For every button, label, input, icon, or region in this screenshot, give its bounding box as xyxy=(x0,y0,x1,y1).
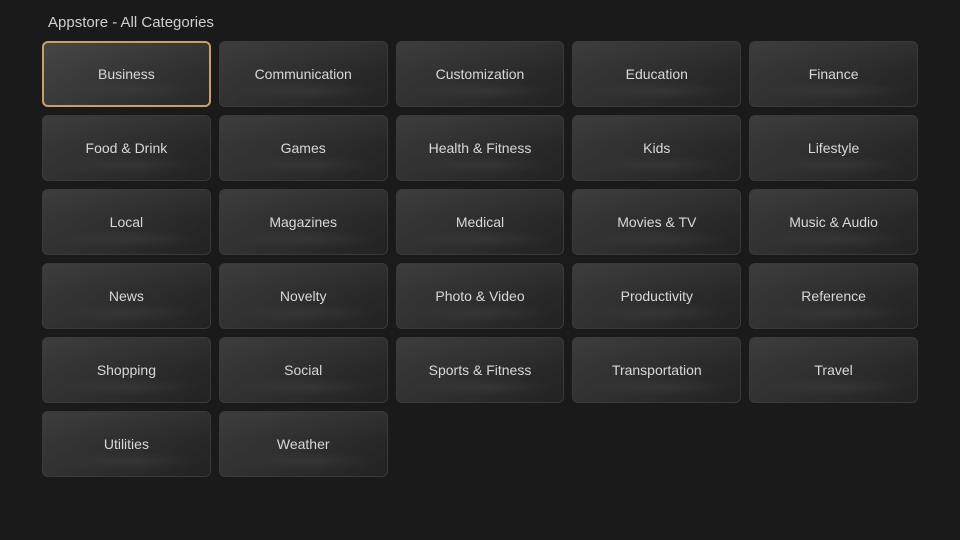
category-label-finance: Finance xyxy=(801,66,867,82)
category-item-education[interactable]: Education xyxy=(572,41,741,107)
category-item-photo-video[interactable]: Photo & Video xyxy=(396,263,565,329)
category-label-kids: Kids xyxy=(635,140,678,156)
category-label-education: Education xyxy=(618,66,696,82)
category-item-weather[interactable]: Weather xyxy=(219,411,388,477)
category-item-productivity[interactable]: Productivity xyxy=(572,263,741,329)
category-item-medical[interactable]: Medical xyxy=(396,189,565,255)
category-label-social: Social xyxy=(276,362,330,378)
category-label-photo-video: Photo & Video xyxy=(427,288,532,304)
category-item-travel[interactable]: Travel xyxy=(749,337,918,403)
category-label-productivity: Productivity xyxy=(613,288,701,304)
category-label-medical: Medical xyxy=(448,214,512,230)
category-label-magazines: Magazines xyxy=(261,214,345,230)
category-item-transportation[interactable]: Transportation xyxy=(572,337,741,403)
category-label-news: News xyxy=(101,288,152,304)
category-label-reference: Reference xyxy=(793,288,874,304)
category-label-health-fitness: Health & Fitness xyxy=(421,140,540,156)
category-item-utilities[interactable]: Utilities xyxy=(42,411,211,477)
categories-grid: Business Communication Customization Educat… xyxy=(0,41,960,477)
category-item-music-audio[interactable]: Music & Audio xyxy=(749,189,918,255)
category-item-health-fitness[interactable]: Health & Fitness xyxy=(396,115,565,181)
category-item-finance[interactable]: Finance xyxy=(749,41,918,107)
page-header: Appstore - All Categories xyxy=(0,0,960,41)
category-item-novelty[interactable]: Novelty xyxy=(219,263,388,329)
category-item-social[interactable]: Social xyxy=(219,337,388,403)
category-label-customization: Customization xyxy=(428,66,533,82)
category-label-games: Games xyxy=(273,140,334,156)
category-item-movies-tv[interactable]: Movies & TV xyxy=(572,189,741,255)
category-item-kids[interactable]: Kids xyxy=(572,115,741,181)
category-item-sports-fitness[interactable]: Sports & Fitness xyxy=(396,337,565,403)
category-label-business: Business xyxy=(90,66,163,82)
category-label-communication: Communication xyxy=(247,66,360,82)
category-label-travel: Travel xyxy=(806,362,860,378)
category-item-reference[interactable]: Reference xyxy=(749,263,918,329)
category-item-shopping[interactable]: Shopping xyxy=(42,337,211,403)
page-title: Appstore - All Categories xyxy=(0,0,960,41)
category-label-local: Local xyxy=(102,214,151,230)
category-item-communication[interactable]: Communication xyxy=(219,41,388,107)
category-label-shopping: Shopping xyxy=(89,362,164,378)
category-item-games[interactable]: Games xyxy=(219,115,388,181)
category-item-food-drink[interactable]: Food & Drink xyxy=(42,115,211,181)
category-label-lifestyle: Lifestyle xyxy=(800,140,867,156)
category-item-business[interactable]: Business xyxy=(42,41,211,107)
category-label-novelty: Novelty xyxy=(272,288,335,304)
category-label-transportation: Transportation xyxy=(604,362,710,378)
category-label-food-drink: Food & Drink xyxy=(78,140,176,156)
category-item-news[interactable]: News xyxy=(42,263,211,329)
category-item-local[interactable]: Local xyxy=(42,189,211,255)
category-item-magazines[interactable]: Magazines xyxy=(219,189,388,255)
category-label-sports-fitness: Sports & Fitness xyxy=(421,362,540,378)
category-item-customization[interactable]: Customization xyxy=(396,41,565,107)
category-item-lifestyle[interactable]: Lifestyle xyxy=(749,115,918,181)
category-label-weather: Weather xyxy=(269,436,338,452)
category-label-music-audio: Music & Audio xyxy=(781,214,886,230)
category-label-utilities: Utilities xyxy=(96,436,157,452)
category-label-movies-tv: Movies & TV xyxy=(609,214,704,230)
